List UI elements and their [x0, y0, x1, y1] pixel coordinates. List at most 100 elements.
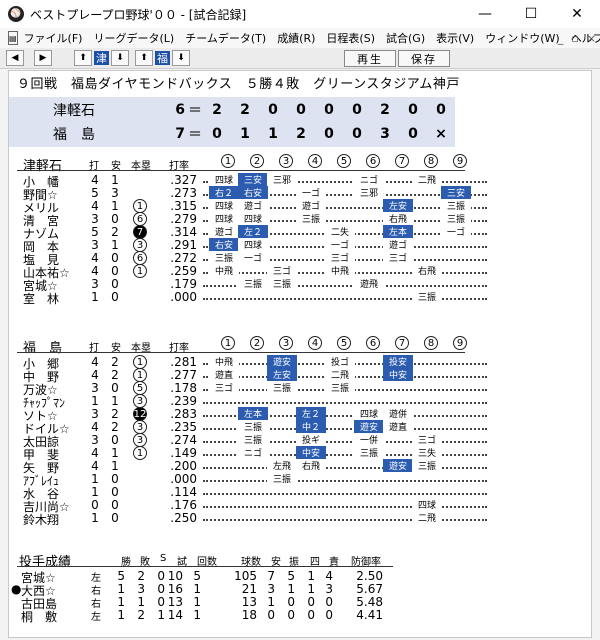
- document-icon[interactable]: ▤: [8, 31, 18, 45]
- at-bat-result: 三振: [238, 277, 268, 290]
- inning-header: 3: [279, 154, 293, 168]
- menu-view[interactable]: 表示(V): [436, 30, 474, 46]
- minimize-button[interactable]: —: [462, 0, 508, 28]
- line-score-equals: ＝: [188, 103, 202, 119]
- menu-team[interactable]: チームデータ(T): [185, 30, 266, 46]
- maximize-button[interactable]: ☐: [508, 0, 554, 28]
- losing-pitcher-mark: ●: [11, 582, 22, 596]
- at-bats: 1: [91, 472, 99, 486]
- at-bat-result: 左２: [296, 407, 326, 420]
- at-bats: 4: [91, 459, 99, 473]
- window-title: ベストプレープロ野球'００ - [試合記録]: [30, 7, 247, 22]
- at-bat-result: 中安: [383, 368, 413, 381]
- at-bat-result: 四球: [238, 238, 268, 251]
- menu-schedule[interactable]: 日程表(S): [326, 30, 375, 46]
- at-bats: 4: [91, 264, 99, 278]
- line-score-inning: 2: [212, 102, 222, 118]
- line-score-inning: 0: [212, 126, 222, 142]
- pitching-column-header: S: [160, 553, 167, 564]
- hits: 0: [111, 212, 119, 226]
- menu-game[interactable]: 試合(G): [386, 30, 425, 46]
- at-bat-result: 右安: [209, 238, 239, 251]
- at-bat-result: 中飛: [209, 264, 239, 277]
- pitcher-bb: 1: [307, 569, 315, 583]
- save-button[interactable]: 保存: [398, 50, 450, 67]
- at-bat-result: 三振: [238, 420, 268, 433]
- line-score-inning: 2: [240, 102, 250, 118]
- throwing-hand: 左: [91, 612, 101, 623]
- pitcher-era: 5.67: [356, 582, 383, 596]
- pitcher-s: 0: [157, 582, 165, 596]
- pitcher-er: 4: [325, 569, 333, 583]
- section-divider: [17, 170, 465, 171]
- mdi-close-button[interactable]: ×: [587, 32, 596, 45]
- pitcher-k: 0: [287, 595, 295, 609]
- line-score-team: 津軽石: [53, 103, 95, 119]
- team2-up-button[interactable]: ⬆: [135, 50, 153, 66]
- at-bats: 4: [91, 251, 99, 265]
- at-bat-result: 三振: [238, 433, 268, 446]
- hits: 0: [111, 381, 119, 395]
- hits: 0: [111, 472, 119, 486]
- prev-game-button[interactable]: ◀: [6, 50, 24, 66]
- mdi-restore-button[interactable]: ▫: [571, 32, 578, 45]
- line-score-equals: ＝: [188, 127, 202, 143]
- inning-header: 4: [308, 154, 322, 168]
- at-bat-result: 三ゴ: [325, 251, 355, 264]
- pitcher-np: 13: [241, 595, 257, 609]
- line-score-inning: 1: [268, 126, 278, 142]
- menu-file[interactable]: ファイル(F): [24, 30, 83, 46]
- at-bat-result: 三失: [412, 446, 442, 459]
- inning-header: 9: [453, 336, 467, 350]
- inning-header: 6: [366, 336, 380, 350]
- next-game-button[interactable]: ▶: [34, 50, 52, 66]
- hits: 1: [111, 459, 119, 473]
- replay-button[interactable]: 再生: [344, 50, 396, 67]
- home-run-badge: 3: [133, 394, 147, 408]
- pitcher-h: 3: [267, 582, 275, 596]
- line-score-inning: 0: [324, 102, 334, 118]
- at-bat-result: 中飛: [209, 355, 239, 368]
- line-score-inning: 2: [380, 102, 390, 118]
- at-bat-result: 左安: [267, 368, 297, 381]
- menu-league[interactable]: リーグデータ(L): [93, 30, 174, 46]
- at-bat-result: 三振: [209, 251, 239, 264]
- mdi-minimize-button[interactable]: _: [558, 32, 564, 45]
- team1-up-button[interactable]: ⬆: [74, 50, 92, 66]
- inning-header: 4: [308, 336, 322, 350]
- team2-down-button[interactable]: ⬇: [172, 50, 190, 66]
- section-divider: [17, 352, 465, 353]
- at-bat-result: 三安: [238, 173, 268, 186]
- game-headline: ９回戦 福島ダイヤモンドバックス ５勝４敗 グリーンスタジアム神戸: [17, 77, 460, 92]
- line-score-inning: 1: [240, 126, 250, 142]
- at-bat-result: 二飛: [325, 368, 355, 381]
- at-bat-result: 左本: [383, 225, 413, 238]
- home-run-badge: 1: [133, 355, 147, 369]
- at-bat-result: 一併: [354, 433, 384, 446]
- at-bats: 1: [91, 485, 99, 499]
- pitching-divider: [17, 566, 393, 567]
- team1-down-button[interactable]: ⬇: [111, 50, 129, 66]
- at-bat-result: 二飛: [412, 511, 442, 524]
- pitcher-s: 1: [157, 608, 165, 622]
- menu-records[interactable]: 成績(R): [277, 30, 315, 46]
- line-score-row-away: 津軽石 6 ＝ 2 2 0 0 0 0 2 0 0: [9, 98, 455, 122]
- at-bat-result: 左本: [238, 407, 268, 420]
- menu-window[interactable]: ウィンドウ(W): [485, 30, 559, 46]
- home-run-badge: 5: [133, 381, 147, 395]
- at-bat-result: 左飛: [267, 459, 297, 472]
- hits: 2: [111, 225, 119, 239]
- line-score-inning: 0: [352, 126, 362, 142]
- at-bat-result: 三ゴ: [209, 381, 239, 394]
- pitcher-np: 105: [234, 569, 257, 583]
- pitcher-k: 1: [287, 582, 295, 596]
- batting-average: .277: [170, 368, 197, 382]
- pitcher-g: 13: [167, 595, 183, 609]
- at-bat-result: 中飛: [325, 264, 355, 277]
- at-bat-result: 三振: [267, 277, 297, 290]
- batting-average: .291: [170, 238, 197, 252]
- batter-name: 室 林: [23, 292, 60, 306]
- close-button[interactable]: ✕: [554, 0, 600, 28]
- at-bat-result: 右２: [209, 186, 239, 199]
- at-bat-result: 三振: [412, 290, 442, 303]
